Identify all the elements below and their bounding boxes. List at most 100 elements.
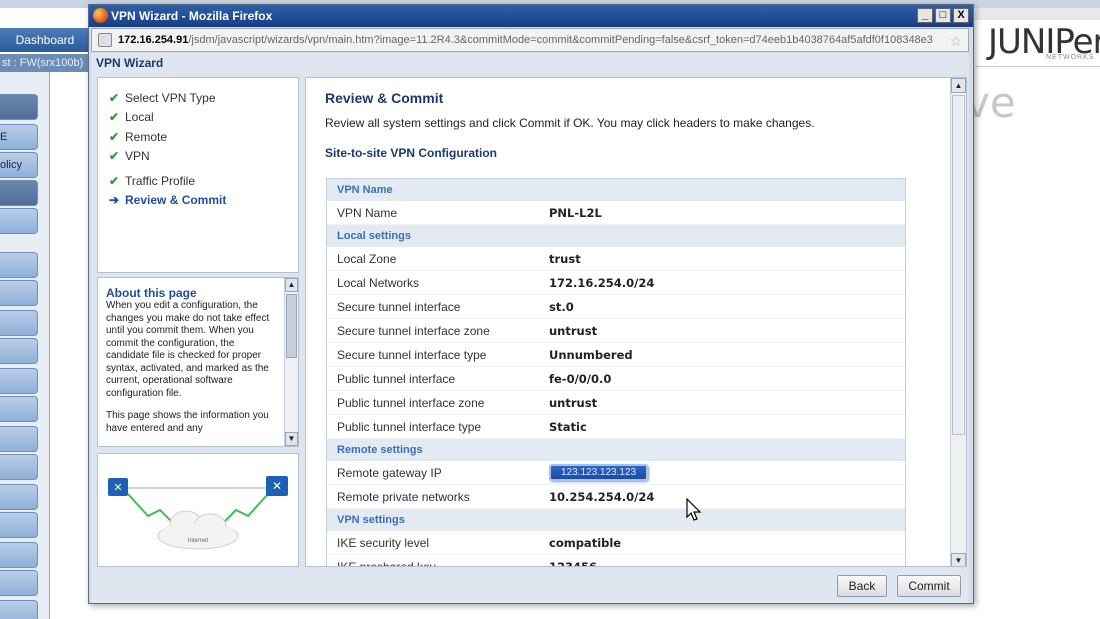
config-value: 123.123.123.123 xyxy=(549,464,649,481)
wizard-step-label: Local xyxy=(125,110,154,125)
internet-cloud-icon: Internet xyxy=(157,510,239,550)
background-sidebar-tab[interactable] xyxy=(0,512,38,538)
config-section-header[interactable]: VPN settings xyxy=(327,509,905,531)
config-key: VPN Name xyxy=(337,205,398,220)
url-bar[interactable]: 172.16.254.91/jsdm/javascript/wizards/vp… xyxy=(91,28,969,52)
scroll-down-arrow-icon[interactable]: ▼ xyxy=(285,432,298,446)
wizard-step[interactable]: ✔ VPN xyxy=(98,147,298,167)
background-sidebar-tab[interactable] xyxy=(0,338,38,364)
background-sidebar: Eolicy xyxy=(0,72,50,619)
config-value: trust xyxy=(549,251,581,266)
wizard-step-label: Traffic Profile xyxy=(125,173,196,188)
background-sidebar-tab[interactable] xyxy=(0,368,38,394)
back-button[interactable]: Back xyxy=(837,575,887,597)
config-row: Public tunnel interface type Static xyxy=(327,415,905,439)
dashboard-tab[interactable]: Dashboard xyxy=(0,28,90,52)
config-key: Secure tunnel interface xyxy=(337,299,461,314)
config-key: Secure tunnel interface type xyxy=(337,347,487,362)
background-sidebar-tab[interactable]: olicy xyxy=(0,152,38,178)
about-paragraph-2: This page shows the information you have… xyxy=(106,410,269,434)
maximize-button[interactable]: □ xyxy=(935,8,951,23)
config-section-header[interactable]: VPN Name xyxy=(327,179,905,201)
background-sidebar-tab[interactable] xyxy=(0,484,38,510)
window-titlebar[interactable]: VPN Wizard - Mozilla Firefox _ □ X xyxy=(89,5,973,27)
header-divider xyxy=(975,66,1100,67)
site-identity-icon[interactable] xyxy=(98,33,112,47)
background-sidebar-tab[interactable] xyxy=(0,252,38,278)
firefox-window: VPN Wizard - Mozilla Firefox _ □ X 172.1… xyxy=(88,4,974,604)
arrow-right-icon: ➔ xyxy=(108,193,120,208)
config-row: VPN Name PNL-L2L xyxy=(327,201,905,225)
background-sidebar-tab[interactable]: E xyxy=(0,124,38,150)
background-sidebar-tab[interactable] xyxy=(0,396,38,422)
remote-gateway-ip-tooltip: 123.123.123.123 xyxy=(549,464,649,481)
config-key: Secure tunnel interface zone xyxy=(337,323,490,338)
device-label: st : FW(srx100b) xyxy=(0,54,88,72)
config-row: Remote gateway IP 123.123.123.123 xyxy=(327,461,905,485)
check-icon: ✔ xyxy=(108,129,120,144)
scroll-up-arrow-icon[interactable]: ▲ xyxy=(285,278,298,292)
wizard-step[interactable]: ✔ Select VPN Type xyxy=(98,88,298,108)
config-row: IKE security level compatible xyxy=(327,531,905,555)
config-row: Remote private networks 10.254.254.0/24 xyxy=(327,485,905,509)
scroll-thumb[interactable] xyxy=(952,95,965,435)
wizard-step-label: Select VPN Type xyxy=(125,90,216,105)
background-sidebar-tab[interactable] xyxy=(0,280,38,306)
about-paragraph-1: When you edit a configuration, the chang… xyxy=(106,300,270,399)
config-row: Local Zone trust xyxy=(327,247,905,271)
background-sidebar-tab[interactable] xyxy=(0,310,38,336)
background-sidebar-tab[interactable] xyxy=(0,208,38,234)
config-row: Secure tunnel interface zone untrust xyxy=(327,319,905,343)
background-sidebar-tab[interactable] xyxy=(0,180,38,206)
config-section-header[interactable]: Local settings xyxy=(327,225,905,247)
config-key: Public tunnel interface type xyxy=(337,419,482,434)
wizard-step[interactable]: ✔ Local xyxy=(98,108,298,128)
config-row: Public tunnel interface zone untrust xyxy=(327,391,905,415)
about-scrollbar[interactable]: ▲ ▼ xyxy=(284,278,298,446)
review-scrollbar[interactable]: ▲ ▼ xyxy=(950,78,966,566)
config-value: Unnumbered xyxy=(549,347,633,362)
background-sidebar-tab[interactable] xyxy=(0,542,38,568)
background-sidebar-tab[interactable] xyxy=(0,570,38,596)
vpn-topology-diagram: ✕ ✕ Internet xyxy=(97,453,299,567)
config-row: Local Networks 172.16.254.0/24 xyxy=(327,271,905,295)
topology-svg: ✕ ✕ Internet xyxy=(108,476,288,550)
config-section-header[interactable]: Remote settings xyxy=(327,439,905,461)
config-value: Static xyxy=(549,419,587,434)
url-host: 172.16.254.91 xyxy=(118,34,189,46)
router-right-icon: ✕ xyxy=(266,476,288,496)
commit-button[interactable]: Commit xyxy=(897,575,961,597)
bookmark-star-icon[interactable]: ☆ xyxy=(949,33,962,50)
scroll-up-arrow-icon[interactable]: ▲ xyxy=(951,78,966,93)
about-panel: About this page When you edit a configur… xyxy=(97,277,299,447)
config-value: untrust xyxy=(549,395,598,410)
mouse-cursor-icon xyxy=(686,498,702,521)
config-value: 123456 xyxy=(549,559,598,567)
url-path: /jsdm/javascript/wizards/vpn/main.htm?im… xyxy=(188,34,933,46)
minimize-button[interactable]: _ xyxy=(917,8,933,23)
wizard-step[interactable]: ✔ Remote xyxy=(98,127,298,147)
wizard-step[interactable]: ➔ Review & Commit xyxy=(98,191,298,211)
background-sidebar-tab[interactable] xyxy=(0,426,38,452)
config-key: Local Zone xyxy=(337,251,397,266)
background-sidebar-tab[interactable] xyxy=(0,94,38,120)
scroll-thumb[interactable] xyxy=(286,294,297,358)
wizard-footer: Back Commit xyxy=(91,569,969,603)
config-value: st.0 xyxy=(549,299,574,314)
background-sidebar-tab[interactable] xyxy=(0,600,38,619)
config-row: Public tunnel interface fe-0/0/0.0 xyxy=(327,367,905,391)
wizard-header: VPN Wizard xyxy=(91,53,969,73)
close-button[interactable]: X xyxy=(953,8,969,23)
firefox-logo-icon xyxy=(93,8,108,23)
config-value: PNL-L2L xyxy=(549,205,602,220)
about-content: About this page When you edit a configur… xyxy=(106,286,276,435)
wizard-step[interactable]: ✔ Traffic Profile xyxy=(98,171,298,191)
scroll-down-arrow-icon[interactable]: ▼ xyxy=(951,553,966,566)
background-sidebar-tab[interactable] xyxy=(0,454,38,480)
config-summary-table: VPN Name VPN Name PNL-L2L Local settings Loc… xyxy=(326,178,906,567)
check-icon: ✔ xyxy=(108,90,120,105)
config-key: Remote private networks xyxy=(337,489,470,504)
about-title: About this page xyxy=(106,286,197,300)
cloud-label: Internet xyxy=(188,538,209,544)
review-panel: Review & Commit Review all system settin… xyxy=(305,77,967,567)
